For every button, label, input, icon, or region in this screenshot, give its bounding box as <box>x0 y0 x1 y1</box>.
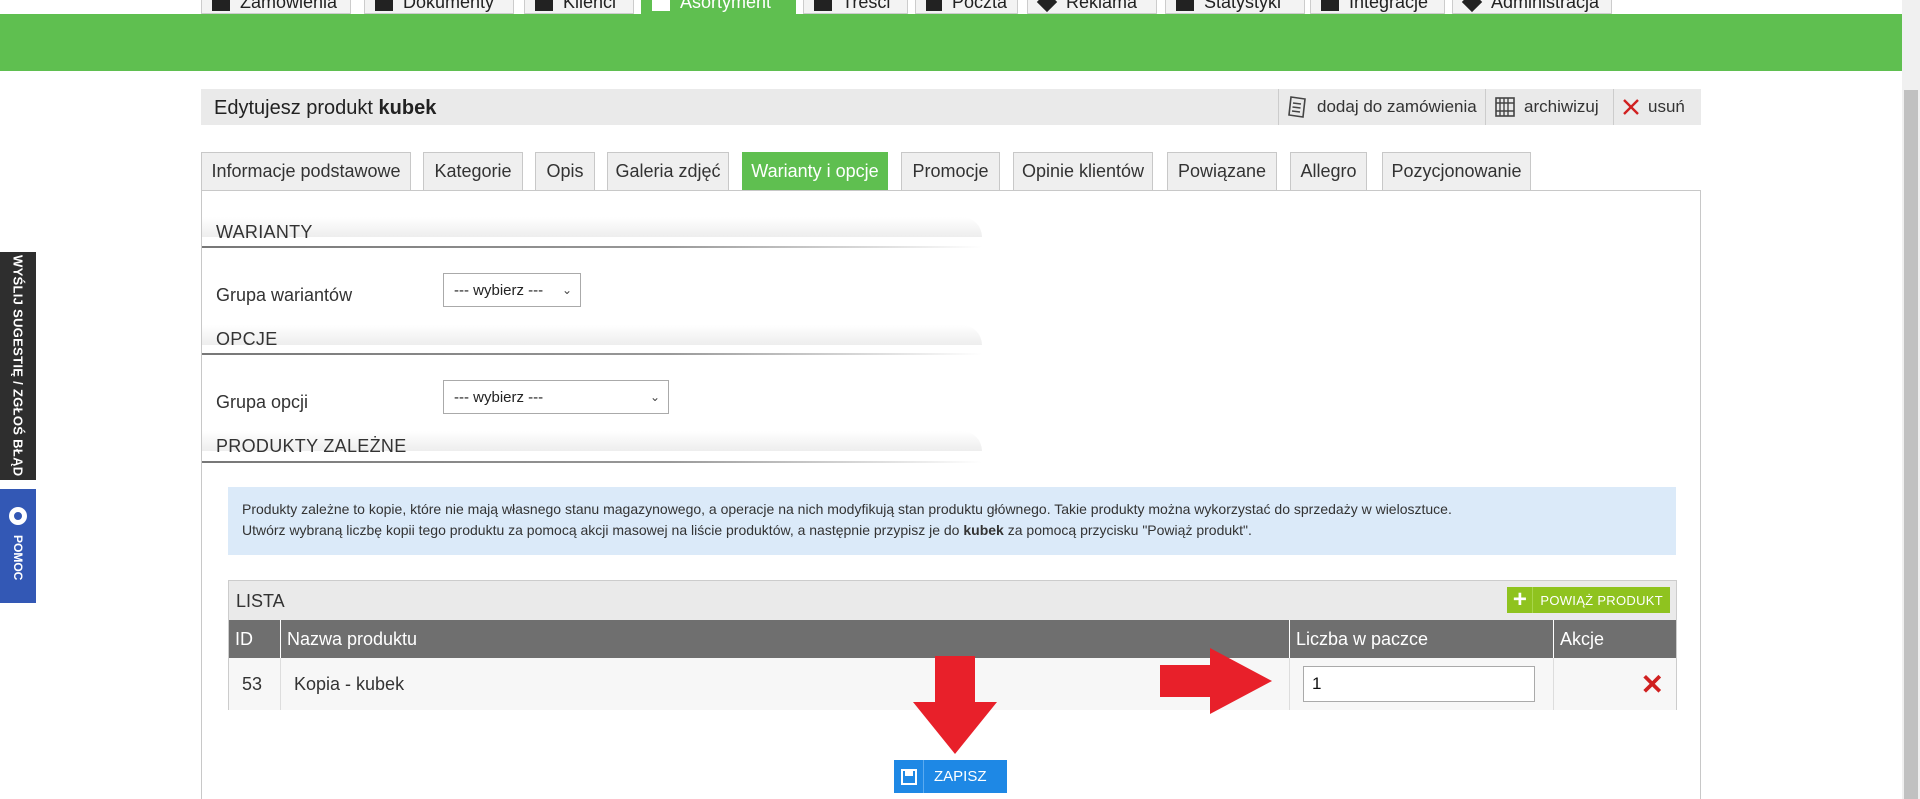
tab-basic-info[interactable]: Informacje podstawowe <box>201 152 411 190</box>
plus-icon: + <box>1507 586 1534 613</box>
chevron-down-icon: ⌄ <box>649 390 660 404</box>
table-header: ID Nazwa produktu Liczba w paczce Akcje <box>229 620 1676 658</box>
variants-section-title: WARIANTY <box>216 222 313 242</box>
list-toolbar: LISTA + POWIĄŻ PRODUKT <box>229 581 1676 620</box>
receipt-icon <box>1288 96 1306 118</box>
puzzle-icon <box>1321 0 1339 11</box>
variant-group-label: Grupa wariantów <box>216 285 353 305</box>
annotation-arrow-right-icon <box>1160 648 1272 714</box>
box-icon <box>652 0 670 11</box>
tab-promotions[interactable]: Promocje <box>901 152 1000 190</box>
annotation-arrow-down-icon <box>913 656 997 754</box>
users-icon <box>535 0 553 11</box>
add-to-order-button[interactable]: dodaj do zamówienia <box>1278 89 1488 125</box>
nav-ads[interactable]: Reklama <box>1027 0 1157 14</box>
close-icon <box>1623 99 1639 115</box>
remove-icon[interactable]: ✕ <box>1641 668 1664 701</box>
page-title: Edytujesz produkt kubek <box>214 97 437 119</box>
column-header-actions: Akcje <box>1560 628 1605 649</box>
section-shade <box>202 217 982 237</box>
chevron-down-icon: ⌄ <box>561 283 572 297</box>
section-divider <box>202 461 982 463</box>
tab-allegro[interactable]: Allegro <box>1290 152 1367 190</box>
column-header-name[interactable]: Nazwa produktu <box>281 620 1290 658</box>
delete-product-button[interactable]: usuń <box>1613 89 1701 125</box>
nav-mail[interactable]: Poczta <box>915 0 1018 14</box>
tab-related[interactable]: Powiązane <box>1167 152 1277 190</box>
info-text-line2: Utwórz wybraną liczbę kopii tego produkt… <box>242 522 1252 538</box>
info-box: Produkty zależne to kopie, które nie maj… <box>228 487 1676 555</box>
lifebuoy-icon <box>9 507 27 525</box>
cell-product-name: Kopia - kubek <box>281 658 1290 710</box>
document-icon <box>375 0 393 11</box>
cart-icon <box>212 0 230 11</box>
list-title: LISTA <box>236 591 285 611</box>
wrench-icon <box>1461 0 1483 13</box>
archive-icon <box>1495 97 1515 117</box>
product-tabs: Informacje podstawowe Kategorie Opis Gal… <box>201 152 1701 190</box>
help-side-tab[interactable]: POMOC <box>0 489 36 603</box>
info-text-line1: Produkty zależne to kopie, które nie maj… <box>242 501 1452 517</box>
nav-clients[interactable]: Klienci <box>524 0 634 14</box>
chart-icon <box>1176 0 1194 11</box>
tag-icon <box>1036 0 1058 13</box>
archive-button[interactable]: archiwizuj <box>1485 89 1615 125</box>
cell-id: 53 <box>229 658 281 710</box>
cell-qty: 1 <box>1290 658 1554 710</box>
nav-orders[interactable]: Zamówienia <box>201 0 351 14</box>
nav-content[interactable]: Treści <box>803 0 908 14</box>
pack-quantity-input[interactable]: 1 <box>1303 666 1535 702</box>
variant-group-select[interactable]: --- wybierz --- ⌄ <box>443 273 581 307</box>
nav-admin[interactable]: Administracja <box>1452 0 1612 14</box>
tab-description[interactable]: Opis <box>535 152 595 190</box>
section-divider <box>202 353 982 355</box>
column-header-qty[interactable]: Liczba w paczce <box>1290 620 1554 658</box>
column-header-id[interactable]: ID <box>229 620 281 658</box>
tab-seo[interactable]: Pozycjonowanie <box>1382 152 1531 190</box>
scrollbar-thumb[interactable] <box>1904 90 1918 799</box>
page-scrollbar[interactable] <box>1902 0 1920 799</box>
nav-integrations[interactable]: Integracje <box>1310 0 1445 14</box>
options-section-title: OPCJE <box>216 329 278 349</box>
section-shade <box>202 325 982 345</box>
text-icon <box>814 0 832 11</box>
feedback-side-tab[interactable]: WYŚLIJ SUGESTIĘ / ZGŁOŚ BŁĄD <box>0 252 36 480</box>
tab-reviews[interactable]: Opinie klientów <box>1013 152 1153 190</box>
product-header: Edytujesz produkt kubek dodaj do zamówie… <box>201 89 1701 125</box>
top-navigation: Zamówienia Dokumenty Klienci Asortyment … <box>0 0 1902 14</box>
green-header-bar <box>0 14 1902 71</box>
tab-gallery[interactable]: Galeria zdjęć <box>607 152 729 190</box>
option-group-label: Grupa opcji <box>216 392 309 412</box>
dependent-section-title: PRODUKTY ZALEŻNE <box>216 436 407 456</box>
tab-variants-options[interactable]: Warianty i opcje <box>742 152 888 190</box>
section-divider <box>202 246 982 248</box>
mail-icon <box>926 0 942 11</box>
nav-stats[interactable]: Statystyki <box>1165 0 1305 14</box>
link-product-button[interactable]: + POWIĄŻ PRODUKT <box>1507 586 1670 613</box>
save-button[interactable]: ZAPISZ <box>894 760 1007 793</box>
tab-categories[interactable]: Kategorie <box>423 152 523 190</box>
nav-documents[interactable]: Dokumenty <box>364 0 514 14</box>
cell-actions: ✕ <box>1554 658 1676 710</box>
option-group-select[interactable]: --- wybierz --- ⌄ <box>443 380 669 414</box>
nav-assortment[interactable]: Asortyment <box>641 0 796 14</box>
floppy-disk-icon <box>894 760 924 793</box>
